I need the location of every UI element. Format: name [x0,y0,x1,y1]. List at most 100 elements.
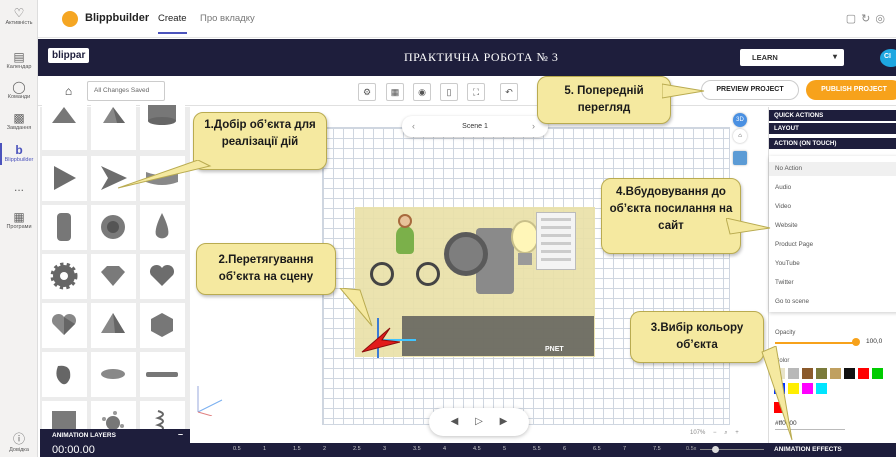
quick-actions-header[interactable]: QUICK ACTIONS [769,110,896,121]
shape-cylinder[interactable] [140,105,185,150]
color-swatch[interactable] [858,368,869,379]
zoom-in-icon[interactable]: + [735,430,739,436]
faceted-heart-icon [51,313,77,335]
sphere-icon [101,215,125,239]
rail-item-apps[interactable]: ▦ Програми [0,210,38,230]
zoom-level: 107% [690,430,706,436]
timeline-zoom-handle[interactable] [712,446,719,453]
teams-icon: ◯ [12,80,26,94]
shape-heart[interactable] [140,254,185,299]
gallery-icon[interactable]: ▦ [386,83,404,101]
scene-selector[interactable]: Scene 1 [402,116,548,137]
shape-pyramid[interactable] [91,105,136,150]
action-option-no-action[interactable]: No Action [775,165,802,172]
action-option-audio[interactable]: Audio [775,184,791,191]
shape-pebble[interactable] [42,352,87,397]
next-scene-icon[interactable]: › [532,116,535,137]
app-name: Blippbuilder [85,12,150,24]
rail-item-calendar[interactable]: ▤ Календар [0,50,38,70]
shape-cone[interactable] [42,105,87,150]
animation-layers-header[interactable]: ANIMATION LAYERS [40,429,190,443]
project-title: ПРАКТИЧНА РОБОТА № 3 [404,50,559,64]
shape-tetrahedron[interactable] [91,303,136,348]
zoom-search-icon[interactable]: ⌕ [724,430,727,436]
callout-1-pointer [118,160,212,189]
mode-select[interactable]: LEARN [740,49,844,66]
skip-back-icon[interactable]: ◀ [451,416,459,427]
home-icon[interactable]: ⌂ [60,83,77,100]
shape-gear[interactable] [42,254,87,299]
skip-forward-icon[interactable]: ▶ [500,416,508,427]
settings-icon[interactable]: ⚙ [358,83,376,101]
camera-icon[interactable]: ◉ [413,83,431,101]
timeline-time: 00:00.00 [52,444,95,456]
action-option-product-page[interactable]: Product Page [775,241,813,248]
help-icon: ⓘ [12,432,25,446]
preview-project-button[interactable]: PREVIEW PROJECT [701,80,799,100]
rail-item-help[interactable]: ⓘ Довідка [0,430,38,453]
rail-item-activity[interactable]: ♡ Активність [0,6,38,26]
color-swatch[interactable] [816,368,827,379]
opacity-slider[interactable] [775,342,855,344]
shape-bar[interactable] [140,352,185,397]
shape-sphere[interactable] [91,205,136,250]
shape-diamond[interactable] [91,254,136,299]
zoom-controls: 107% − ⌕ + [690,430,739,437]
timeline-zoom-slider[interactable] [700,449,764,450]
callout-3-pointer [761,346,793,441]
shape-drop[interactable] [140,205,185,250]
shape-tall-cylinder[interactable] [42,205,87,250]
rail-item-teams[interactable]: ◯ Команди [0,80,38,100]
color-swatch[interactable] [872,368,883,379]
cone-icon [52,107,76,123]
shape-faceted-heart[interactable] [42,303,87,348]
collapse-layers-icon[interactable]: – [178,429,183,439]
layout-header[interactable]: LAYOUT [769,123,896,134]
shape-disc[interactable] [91,352,136,397]
opacity-slider-handle[interactable] [852,338,860,346]
header-actions[interactable]: ▢↻◎ [846,12,890,25]
pebble-icon [56,365,71,385]
publish-project-button[interactable]: PUBLISH PROJECT [806,80,896,100]
playback-controls: ◀ ▷ ▶ [429,408,529,436]
color-swatch[interactable] [830,368,841,379]
shape-triangle[interactable] [42,156,87,201]
tab-about[interactable]: Про вкладку [200,13,255,24]
cylinder-icon [148,105,176,125]
action-option-video[interactable]: Video [775,203,791,210]
phone-preview-icon[interactable]: ▯ [440,83,458,101]
opacity-value[interactable]: 100,0 [866,338,882,345]
callout-5: 5. Попередній перегляд [537,76,671,124]
refresh-icon[interactable]: ↻ [861,13,875,25]
shape-hexagon[interactable] [140,303,185,348]
timeline-bar[interactable] [40,443,776,457]
action-header[interactable]: ACTION (ON TOUCH) [769,138,896,149]
rail-item-assignments[interactable]: ▩ Завдання [0,111,38,131]
rail-item-blippbuilder[interactable]: b Blippbuilder [0,143,38,165]
avatar[interactable]: CI [880,49,896,67]
timeline-tick: 0.5 [233,446,241,452]
action-option-website[interactable]: Website [775,222,798,229]
timeline-zoom-label: 0.5x [686,446,697,452]
callout-2-pointer [339,288,373,327]
popout-icon[interactable]: ▢ [846,13,861,25]
color-swatch[interactable] [816,383,827,394]
view-3d-icon[interactable]: 3D [733,113,747,127]
rail-item-more[interactable]: ... [0,180,38,194]
action-option-youtube[interactable]: YouTube [775,260,800,267]
action-option-twitter[interactable]: Twitter [775,279,794,286]
fullscreen-icon[interactable]: ⛶ [467,83,485,101]
callout-3: 3.Вибір кольору об’єкта [630,311,764,363]
prev-scene-icon[interactable]: ‹ [412,116,415,137]
play-icon[interactable]: ▷ [475,416,483,427]
view-home-icon[interactable]: ⌂ [733,129,747,143]
action-option-go-to-scene[interactable]: Go to scene [775,298,809,305]
color-swatch[interactable] [844,368,855,379]
globe-icon[interactable]: ◎ [875,13,890,25]
undo-icon[interactable]: ↶ [500,83,518,101]
timeline-tick: 4.5 [473,446,481,452]
zoom-out-icon[interactable]: − [713,430,717,436]
opacity-label: Opacity [775,330,796,336]
tab-create[interactable]: Create [158,13,187,34]
view-cube-icon[interactable] [733,151,747,165]
